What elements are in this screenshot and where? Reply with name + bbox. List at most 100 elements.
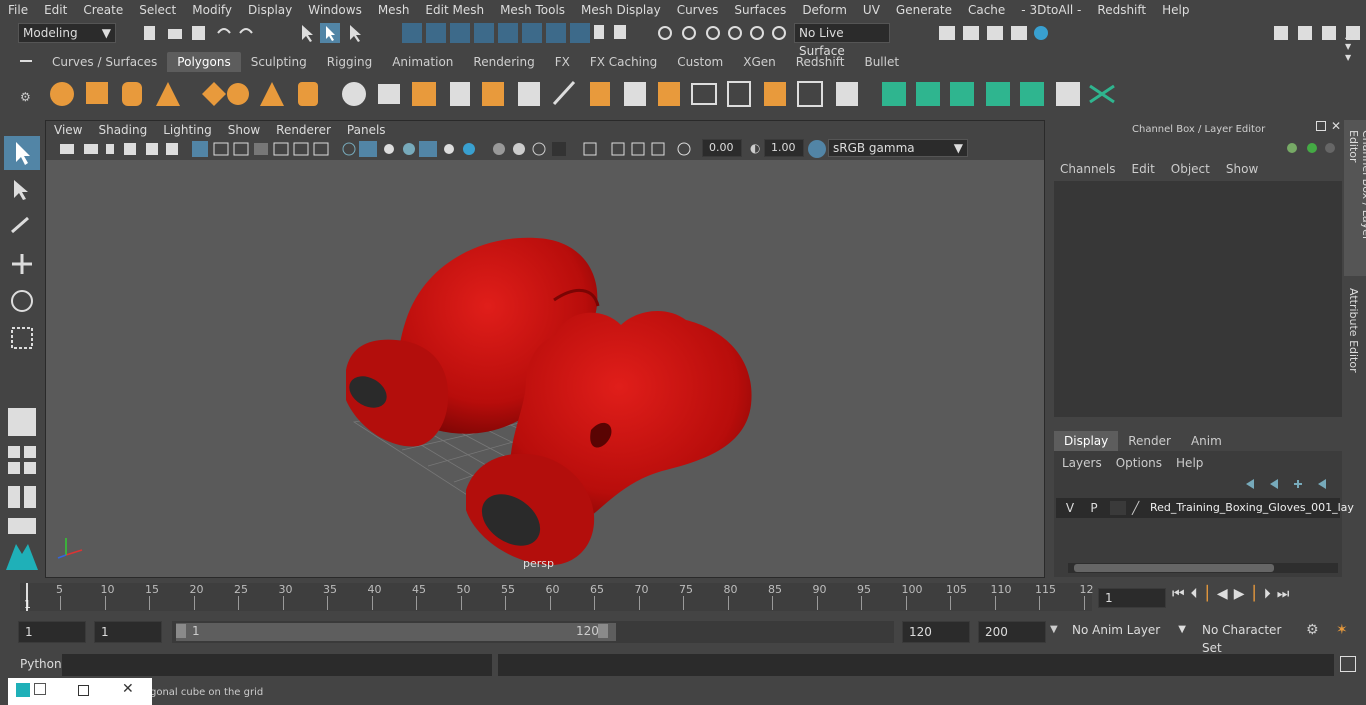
next-key-icon[interactable]: ⎮	[1250, 586, 1257, 602]
menu-mesh-display[interactable]: Mesh Display	[573, 3, 669, 17]
layer-action-icons[interactable]	[1242, 477, 1338, 491]
tab-sculpting[interactable]: Sculpting	[241, 52, 317, 72]
menu-select[interactable]: Select	[131, 3, 184, 17]
exposure-field[interactable]: 0.00	[702, 139, 742, 157]
side-tab-channelbox[interactable]: Channel Box / Layer Editor	[1344, 120, 1366, 276]
layer-menu-options[interactable]: Options	[1116, 456, 1176, 470]
layer-row[interactable]: V P ╱ Red_Training_Boxing_Gloves_001_lay	[1056, 498, 1354, 518]
gamma-icon[interactable]: ◐	[750, 141, 762, 155]
scene-end-field[interactable]: 200	[978, 621, 1046, 643]
side-tab-attribute-editor[interactable]: Attribute Editor	[1344, 280, 1366, 380]
layer-menu-layers[interactable]: Layers	[1062, 456, 1116, 470]
close-icon[interactable]: ✕	[122, 681, 134, 697]
tab-xgen[interactable]: XGen	[733, 52, 786, 72]
float-icon[interactable]	[1316, 121, 1326, 131]
tab-polygons[interactable]: Polygons	[167, 52, 241, 72]
menu-help[interactable]: Help	[1154, 3, 1197, 17]
menu-surfaces[interactable]: Surfaces	[726, 3, 794, 17]
command-input[interactable]	[62, 654, 492, 676]
go-to-end-icon[interactable]: ⏭	[1277, 586, 1290, 602]
snap-icons[interactable]	[655, 22, 790, 44]
cb-menu-edit[interactable]: Edit	[1132, 162, 1171, 176]
viewport-toolbar-icons[interactable]	[54, 139, 694, 159]
menu-cache[interactable]: Cache	[960, 3, 1013, 17]
scene-start-field[interactable]: 1	[18, 621, 86, 643]
tab-render[interactable]: Render	[1118, 431, 1181, 451]
tab-fx-caching[interactable]: FX Caching	[580, 52, 667, 72]
menu-windows[interactable]: Windows	[300, 3, 370, 17]
tab-redshift[interactable]: Redshift	[786, 52, 855, 72]
tab-bullet[interactable]: Bullet	[854, 52, 909, 72]
menu-file[interactable]: File	[0, 3, 36, 17]
maximize-icon[interactable]	[78, 685, 89, 696]
shelf-icon-row[interactable]	[42, 72, 1342, 118]
prev-key-icon[interactable]: ⎮	[1204, 586, 1211, 602]
menu-edit[interactable]: Edit	[36, 3, 75, 17]
gamma-field[interactable]: 1.00	[764, 139, 804, 157]
render-icons[interactable]	[935, 22, 1055, 44]
character-icon[interactable]: ✶	[1336, 622, 1348, 638]
menu-3dtoall[interactable]: - 3DtoAll -	[1013, 3, 1089, 17]
layer-color-swatch[interactable]	[1110, 501, 1126, 515]
time-slider[interactable]: 1 5 10 15 20 25 30 35 40 45 50 55 60 65 70 75 80 85 90 95 1…	[20, 583, 1094, 611]
menu-uv[interactable]: UV	[855, 3, 888, 17]
range-slider-bar[interactable]	[176, 623, 616, 641]
restore-icon[interactable]	[34, 683, 46, 695]
menu-redshift[interactable]: Redshift	[1089, 3, 1154, 17]
shelf-gear-icon[interactable]: ⚙	[20, 90, 31, 104]
go-to-start-icon[interactable]: ⏮	[1172, 586, 1185, 602]
vp-menu-view[interactable]: View	[46, 123, 90, 137]
menu-curves[interactable]: Curves	[669, 3, 727, 17]
step-forward-icon[interactable]: ⏵	[1264, 586, 1271, 602]
preferences-icon[interactable]: ⚙	[1306, 622, 1319, 638]
play-forward-icon[interactable]: ▶	[1234, 586, 1245, 602]
menu-create[interactable]: Create	[75, 3, 131, 17]
color-management-icon[interactable]	[808, 140, 826, 158]
vp-menu-panels[interactable]: Panels	[339, 123, 394, 137]
menu-mesh[interactable]: Mesh	[370, 3, 418, 17]
range-handle-end[interactable]	[598, 624, 608, 638]
menu-modify[interactable]: Modify	[184, 3, 240, 17]
component-mode-icons[interactable]	[400, 22, 630, 44]
cb-menu-object[interactable]: Object	[1171, 162, 1226, 176]
layer-name[interactable]: Red_Training_Boxing_Gloves_001_lay	[1150, 501, 1354, 514]
chevron-down-icon[interactable]: ▼	[1050, 624, 1058, 635]
shelf-menu-icon[interactable]	[20, 56, 36, 66]
cb-menu-show[interactable]: Show	[1226, 162, 1258, 176]
colorspace-dropdown[interactable]: sRGB gamma ▼	[828, 139, 968, 157]
channel-list[interactable]	[1054, 181, 1342, 417]
layer-hscrollbar[interactable]	[1068, 563, 1338, 573]
shelf-scroll-arrows[interactable]: ▲ ▼ ▼	[1345, 30, 1351, 63]
anim-layer-dropdown[interactable]: No Anim Layer ▼	[1068, 621, 1190, 643]
tab-animation[interactable]: Animation	[382, 52, 463, 72]
range-slider[interactable]: 1 120	[172, 621, 894, 643]
menu-generate[interactable]: Generate	[888, 3, 960, 17]
file-icons[interactable]	[140, 23, 260, 43]
layer-visibility-toggle[interactable]: V	[1062, 501, 1078, 515]
tab-display[interactable]: Display	[1054, 431, 1119, 451]
tab-rigging[interactable]: Rigging	[317, 52, 382, 72]
maya-app-icon[interactable]	[16, 683, 30, 697]
channelbox-status-icons[interactable]	[1284, 140, 1340, 156]
menu-display[interactable]: Display	[240, 3, 300, 17]
play-backward-icon[interactable]: ◀	[1217, 586, 1228, 602]
vp-menu-show[interactable]: Show	[220, 123, 268, 137]
tool-icons[interactable]	[0, 120, 44, 580]
live-surface-field[interactable]: No Live Surface	[794, 23, 890, 58]
playback-start-field[interactable]: 1	[94, 621, 162, 643]
playback-end-field[interactable]: 120	[902, 621, 970, 643]
tab-curves-surfaces[interactable]: Curves / Surfaces	[42, 52, 167, 72]
layer-menu-help[interactable]: Help	[1176, 456, 1203, 470]
range-handle-start[interactable]	[176, 624, 186, 638]
cb-menu-channels[interactable]: Channels	[1060, 162, 1132, 176]
mode-dropdown[interactable]: Modeling ▼	[18, 23, 116, 43]
current-frame-field[interactable]: 1	[1098, 588, 1166, 608]
script-editor-icon[interactable]	[1340, 656, 1356, 672]
vp-menu-lighting[interactable]: Lighting	[155, 123, 220, 137]
selection-mode-icons[interactable]	[296, 22, 376, 44]
step-back-key-icon[interactable]: ⏴	[1191, 586, 1198, 602]
tab-anim[interactable]: Anim	[1181, 431, 1232, 451]
menu-mesh-tools[interactable]: Mesh Tools	[492, 3, 573, 17]
tab-rendering[interactable]: Rendering	[463, 52, 544, 72]
vp-menu-shading[interactable]: Shading	[90, 123, 155, 137]
